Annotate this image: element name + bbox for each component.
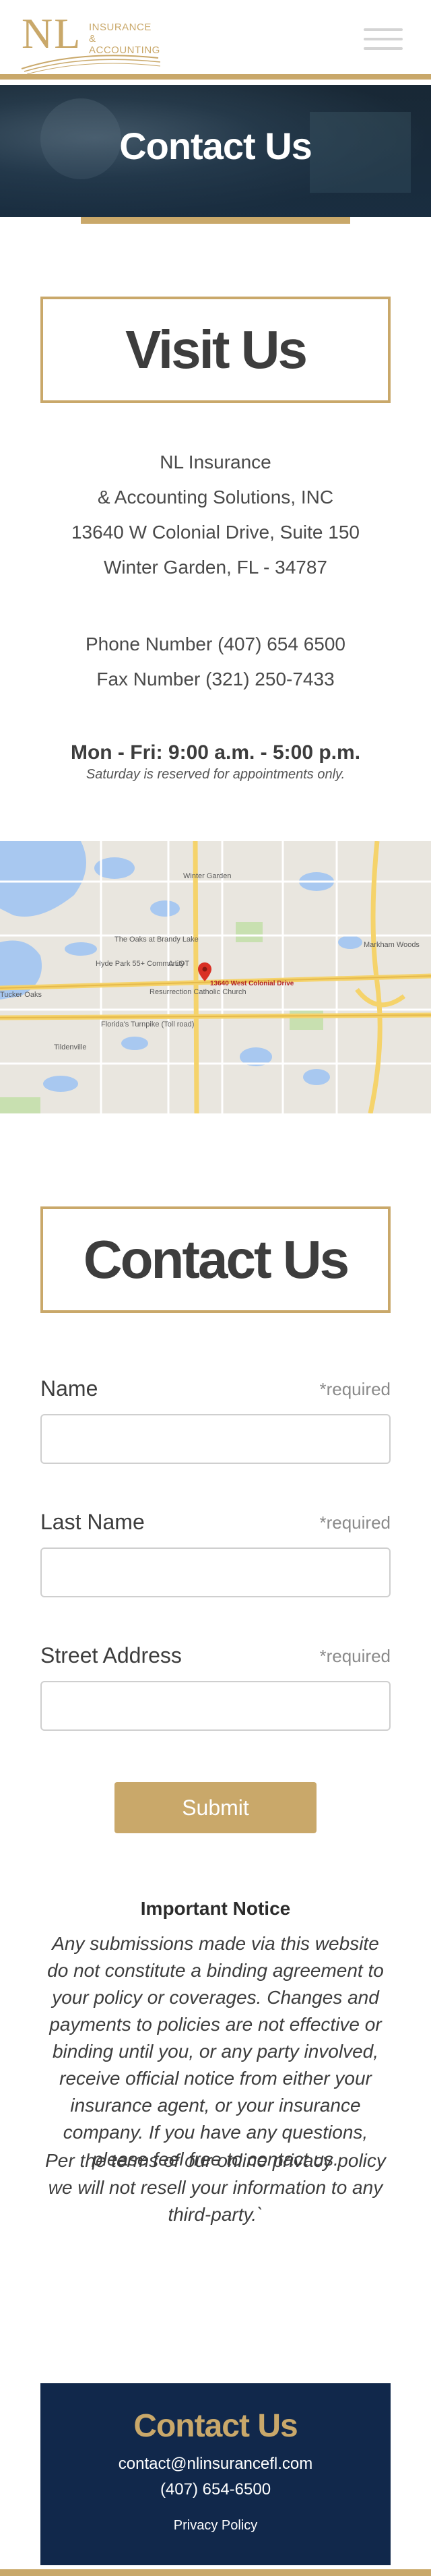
- location-map[interactable]: Winter Garden The Oaks at Brandy Lake Hy…: [0, 841, 431, 1113]
- address-line: & Accounting Solutions, INC: [97, 487, 334, 508]
- map-label: A LOT: [168, 960, 190, 968]
- contact-us-heading: Contact Us: [40, 1206, 391, 1313]
- fax-number: Fax Number (321) 250-7433: [96, 669, 335, 689]
- map-label: The Oaks at Brandy Lake: [114, 936, 199, 944]
- hero-banner: Contact Us: [0, 85, 431, 217]
- page-title: Contact Us: [119, 125, 312, 167]
- address-line: Winter Garden, FL - 34787: [103, 557, 327, 578]
- hours-note: Saturday is reserved for appointments on…: [86, 767, 345, 782]
- privacy-notice-text: Per the terms of our online privacy poli…: [45, 2150, 386, 2225]
- notice-text: Any submissions made via this website do…: [47, 1933, 384, 2170]
- contact-numbers: Phone Number (407) 654 6500 Fax Number (…: [0, 627, 431, 697]
- map-label: Markham Woods: [364, 941, 420, 949]
- privacy-policy-link[interactable]: Privacy Policy: [40, 2518, 391, 2534]
- street-address-input[interactable]: [40, 1681, 391, 1731]
- site-header: NL Insurance & Accounting: [0, 0, 431, 80]
- logo-line-1: Insurance: [89, 22, 152, 33]
- map-label: Tucker Oaks: [0, 991, 42, 999]
- business-hours: Mon - Fri: 9:00 a.m. - 5:00 p.m.: [70, 741, 361, 764]
- footer-accent-bar: [0, 2569, 431, 2576]
- hero-accent-bar: [81, 217, 350, 224]
- name-input[interactable]: [40, 1414, 391, 1464]
- last-name-label: Last Name: [40, 1510, 145, 1534]
- address-line: NL Insurance: [160, 452, 271, 472]
- company-logo[interactable]: NL Insurance & Accounting: [20, 12, 162, 75]
- footer-contact-card: Contact Us contact@nlinsurancefl.com (40…: [40, 2383, 391, 2565]
- phone-number[interactable]: Phone Number (407) 654 6500: [0, 627, 431, 662]
- map-pin-label: 13640 West Colonial Drive: [210, 980, 294, 987]
- footer-phone-link[interactable]: (407) 654-6500: [40, 2480, 391, 2499]
- address-line: 13640 W Colonial Drive, Suite 150: [71, 522, 360, 543]
- name-label: Name: [40, 1376, 98, 1401]
- visit-us-heading: Visit Us: [40, 297, 391, 403]
- last-name-input[interactable]: [40, 1547, 391, 1597]
- required-indicator: *required: [319, 1512, 391, 1533]
- required-indicator: *required: [319, 1379, 391, 1399]
- map-pin-icon[interactable]: [198, 962, 211, 981]
- map-label: Winter Garden: [183, 872, 232, 880]
- map-graphic: [0, 841, 431, 1113]
- company-address: NL Insurance & Accounting Solutions, INC…: [0, 445, 431, 585]
- required-indicator: *required: [319, 1646, 391, 1666]
- hamburger-menu-icon[interactable]: [364, 26, 404, 53]
- logo-swoosh-icon: [21, 55, 161, 75]
- map-label: Tildenville: [54, 1043, 87, 1051]
- footer-email-link[interactable]: contact@nlinsurancefl.com: [40, 2455, 391, 2474]
- map-label: Florida's Turnpike (Toll road): [101, 1020, 195, 1029]
- notice-heading: Important Notice: [140, 1898, 291, 1919]
- street-address-label: Street Address: [40, 1643, 182, 1667]
- footer-heading: Contact Us: [133, 2408, 298, 2444]
- submit-button[interactable]: Submit: [114, 1782, 317, 1833]
- map-label: Resurrection Catholic Church: [150, 988, 246, 996]
